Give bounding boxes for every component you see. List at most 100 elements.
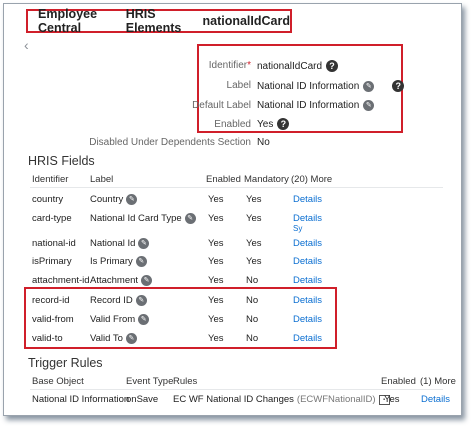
field-identifier-text: card-type [32,213,72,224]
help-icon[interactable]: ? [277,118,290,130]
field-identifier: card-type [32,213,72,224]
field-label-text: Record ID [90,295,133,306]
trigger-rules-title: Trigger Rules [28,356,103,370]
enabled-value: Yes ? [257,118,290,130]
edit-icon[interactable]: ✎ [138,238,150,249]
col-base-object: Base Object [32,376,84,387]
trigger-details-link[interactable]: Details [421,394,450,405]
field-identifier: attachment-id [32,275,90,286]
field-mandatory-text: Yes [246,213,262,224]
breadcrumb: Employee Central HRIS Elements nationalI… [26,7,292,35]
field-label: National Id Card Type ✎ [90,213,196,224]
edit-icon[interactable]: ✎ [135,295,147,306]
field-mandatory-text: Yes [246,194,262,205]
disabled-dependents-label: Disabled Under Dependents Section [89,137,251,148]
breadcrumb-hris-elements[interactable]: HRIS Elements [126,7,185,35]
back-icon[interactable]: ‹ [24,37,29,53]
edit-icon[interactable]: ✎ [135,256,147,267]
edit-icon[interactable]: ✎ [141,275,153,286]
field-details-link[interactable]: Details [293,194,322,205]
trigger-base-object: National ID Information [32,394,130,405]
edit-icon[interactable]: ✎ [138,314,150,325]
col-rule-more[interactable]: (1) More [420,376,456,387]
label-label: Label [226,80,251,91]
field-details-link[interactable]: Details [293,238,322,249]
col-label: Label [90,174,114,185]
field-enabled: Yes [208,213,224,224]
field-enabled-text: Yes [208,333,224,344]
field-details-link-text[interactable]: Details [293,213,322,224]
edit-icon[interactable]: ✎ [126,194,138,205]
field-mandatory-text: Yes [246,238,262,249]
header-divider [30,187,443,188]
field-details-link[interactable]: Details [293,295,322,306]
hris-fields-title: HRIS Fields [28,154,95,168]
field-mandatory: Yes [246,194,262,205]
field-identifier-text: national-id [32,238,76,249]
help-icon[interactable]: ? [326,60,339,72]
col-more[interactable]: (20) More [291,174,332,185]
edit-icon[interactable]: ✎ [125,333,137,344]
trigger-header-divider [30,389,443,390]
enabled-label: Enabled [214,119,251,130]
field-details-link-text[interactable]: Details [293,295,322,306]
field-identifier: valid-from [32,314,74,325]
field-enabled: Yes [208,256,224,267]
field-label: Valid From ✎ [90,314,150,325]
default-label-label: Default Label [192,100,251,111]
field-enabled: Yes [208,238,224,249]
field-label: Record ID ✎ [90,295,147,306]
field-details-link-text[interactable]: Details [293,256,322,267]
edit-icon[interactable]: ✎ [363,100,375,111]
field-identifier: valid-to [32,333,63,344]
field-details-link[interactable]: Details [293,256,322,267]
field-enabled: Yes [208,295,224,306]
identifier-label: Identifier* [208,60,251,71]
field-details-link-text[interactable]: Details [293,275,322,286]
field-sync-link[interactable]: Sy [293,224,302,233]
trigger-rule: EC WF National ID Changes (ECWFNationalI… [173,394,390,405]
col-rule-enabled: Enabled [381,376,416,387]
field-mandatory-text: Yes [246,256,262,267]
field-identifier-text: record-id [32,295,70,306]
edit-icon[interactable]: ✎ [184,213,196,224]
field-enabled: Yes [208,275,224,286]
trigger-event-type: onSave [126,394,159,405]
field-identifier-text: attachment-id [32,275,90,286]
edit-icon[interactable]: ✎ [363,80,375,92]
field-details-link-text[interactable]: Details [293,194,322,205]
field-mandatory-text: No [246,314,259,325]
default-label-value: National ID Information ✎ [257,100,375,111]
field-enabled: Yes [208,314,224,325]
field-details-link-text[interactable]: Details [293,314,322,325]
breadcrumb-employee-central[interactable]: Employee Central [38,7,108,35]
field-label-text: Valid To [90,333,123,344]
field-mandatory: No [246,314,258,325]
field-identifier: record-id [32,295,70,306]
field-label: Attachment ✎ [90,275,153,286]
trigger-rule-name[interactable]: EC WF National ID Changes [173,394,294,405]
field-mandatory: Yes [246,213,262,224]
field-enabled: Yes [208,194,224,205]
help-icon[interactable]: ? [392,80,405,92]
field-details-link[interactable]: Details [293,213,322,224]
field-identifier: country [32,194,63,205]
field-identifier: national-id [32,238,76,249]
field-details-link[interactable]: Details [293,275,322,286]
breadcrumb-current: nationalIdCard [202,14,290,28]
field-mandatory: Yes [246,256,262,267]
col-rules: Rules [173,376,198,387]
field-enabled-text: Yes [208,194,224,205]
field-details-link[interactable]: Details [293,333,322,344]
field-details-link-text[interactable]: Details [293,238,322,249]
field-label-text: National Id Card Type [90,213,182,224]
field-details-link-text[interactable]: Details [293,333,322,344]
trigger-enabled: Yes [384,394,400,405]
field-identifier-text: valid-to [32,333,63,344]
col-identifier: Identifier [32,174,69,185]
disabled-dependents-value: No [257,137,270,148]
field-mandatory: No [246,333,258,344]
field-details-link[interactable]: Details [293,314,322,325]
field-mandatory: No [246,275,258,286]
field-label: Is Primary ✎ [90,256,147,267]
